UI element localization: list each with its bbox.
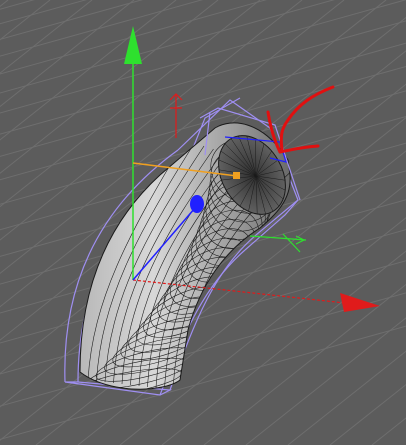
viewport-canvas[interactable]	[0, 0, 406, 445]
handle-point-icon[interactable]	[233, 172, 240, 179]
z-axis-handle-icon[interactable]	[190, 195, 204, 213]
3d-viewport[interactable]	[0, 0, 406, 445]
